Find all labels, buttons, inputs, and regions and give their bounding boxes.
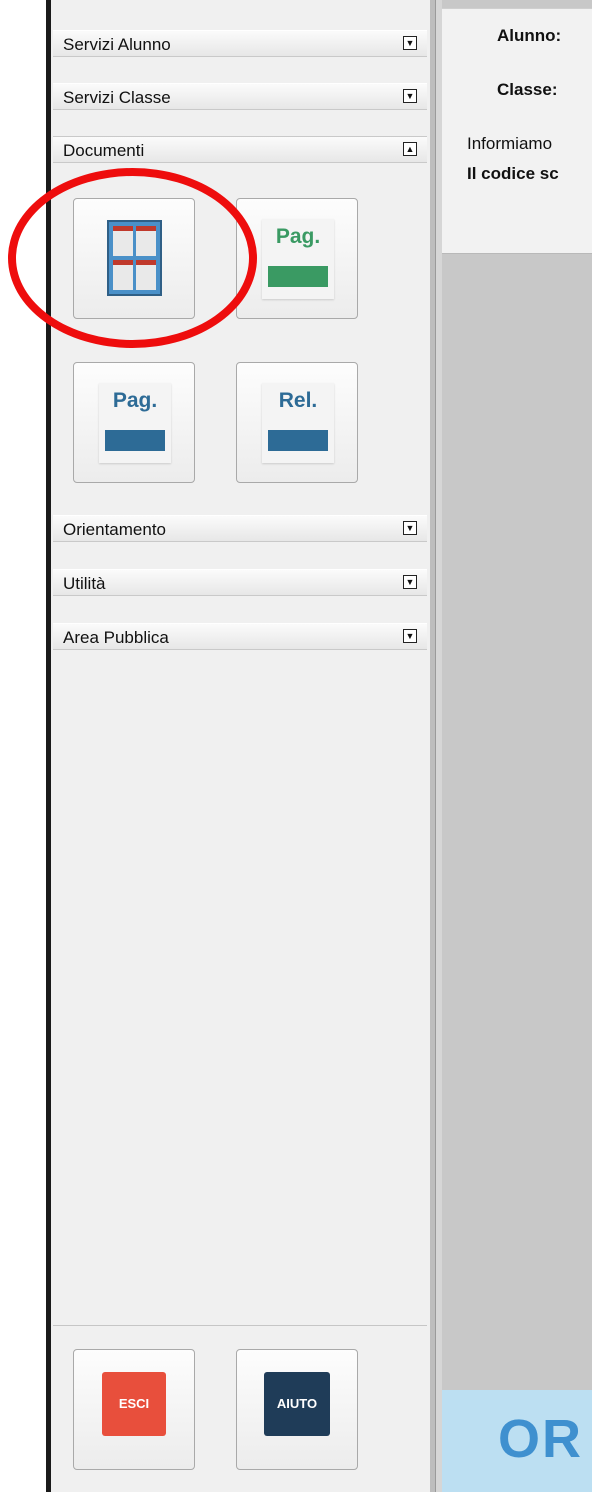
section-utilita[interactable]: Utilità ▼ (53, 569, 427, 596)
section-label: Documenti (63, 141, 145, 160)
alunno-label: Alunno: (497, 26, 562, 45)
expand-icon[interactable]: ▼ (403, 521, 417, 535)
section-area-pubblica[interactable]: Area Pubblica ▼ (53, 623, 427, 650)
split-pane-divider[interactable] (435, 0, 442, 1492)
aiuto-label: AIUTO (276, 1396, 318, 1411)
section-documenti[interactable]: Documenti ▲ (53, 136, 427, 163)
expand-icon[interactable]: ▼ (403, 89, 417, 103)
section-label: Servizi Alunno (63, 35, 171, 54)
aiuto-button[interactable]: AIUTO (236, 1349, 358, 1470)
tile-text: Pag. (275, 225, 321, 248)
expand-icon[interactable]: ▼ (403, 575, 417, 589)
pagella-green-icon: Pag. (262, 219, 334, 299)
expand-icon[interactable]: ▼ (403, 36, 417, 50)
section-orientamento[interactable]: Orientamento ▼ (53, 515, 427, 542)
classe-label: Classe: (497, 80, 558, 99)
esci-button[interactable]: ESCI (73, 1349, 195, 1470)
sidebar-footer-divider (53, 1325, 427, 1326)
exit-icon: ESCI (102, 1372, 166, 1436)
tile-text: Rel. (278, 389, 318, 412)
pagella-blue-icon: Pag. (99, 383, 171, 463)
main-footer-banner: OR (442, 1390, 592, 1492)
documents-grid-icon (107, 220, 162, 296)
pagella-blue-button[interactable]: Pag. (73, 362, 195, 483)
info-text: Informiamo (467, 134, 553, 153)
esci-label: ESCI (118, 1396, 150, 1411)
expand-icon[interactable]: ▼ (403, 629, 417, 643)
section-label: Area Pubblica (63, 628, 169, 647)
section-servizi-classe[interactable]: Servizi Classe ▼ (53, 83, 427, 110)
logo-text: OR (498, 1409, 583, 1469)
blue-bar (105, 430, 165, 451)
help-icon: AIUTO (264, 1372, 330, 1436)
section-label: Servizi Classe (63, 88, 171, 107)
green-bar (268, 266, 328, 287)
blue-bar (268, 430, 328, 451)
pagella-green-button[interactable]: Pag. (236, 198, 358, 319)
student-info-header: Alunno: Classe: Informiamo Il codice sc (442, 8, 592, 254)
section-label: Orientamento (63, 520, 166, 539)
relazione-blue-icon: Rel. (262, 383, 334, 463)
section-servizi-alunno[interactable]: Servizi Alunno ▼ (53, 30, 427, 57)
relazione-button[interactable]: Rel. (236, 362, 358, 483)
documents-grid-button[interactable] (73, 198, 195, 319)
section-label: Utilità (63, 574, 106, 593)
tile-text: Pag. (112, 389, 158, 412)
collapse-icon[interactable]: ▲ (403, 142, 417, 156)
codice-text: Il codice sc (467, 164, 559, 183)
